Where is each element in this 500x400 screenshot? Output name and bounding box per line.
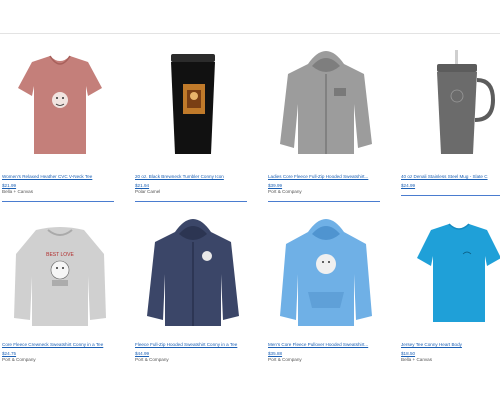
product-title-link[interactable]: Ladies Core Fleece Full-Zip Hooded Sweat… bbox=[268, 174, 384, 180]
product-title-link[interactable]: Jersey Tee Conny Heart Body bbox=[401, 342, 500, 348]
product-card[interactable]: Fleece Full-Zip Hooded Sweatshirt Conny … bbox=[135, 212, 251, 363]
product-price[interactable]: $24.99 bbox=[401, 183, 500, 189]
grey-crewneck-image[interactable]: BEST LOVE bbox=[2, 218, 118, 336]
product-title-link[interactable]: 40 oz Denali Stainless Steel Mug - Slate… bbox=[401, 174, 500, 180]
product-brand: Port & Company bbox=[2, 357, 36, 362]
product-divider bbox=[401, 195, 500, 196]
product-title-link[interactable]: Fleece Full-Zip Hooded Sweatshirt Conny … bbox=[135, 342, 251, 348]
product-brand: Bella + Canvas bbox=[401, 357, 433, 362]
product-brand: Port & Company bbox=[268, 357, 302, 362]
svg-text:BEST LOVE: BEST LOVE bbox=[46, 252, 74, 258]
product-title-link[interactable]: 20 oz. Black Brewneck Tumbler Conny Icon bbox=[135, 174, 251, 180]
steel-mug-image[interactable] bbox=[401, 50, 500, 168]
product-card[interactable]: BEST LOVE Core Fleece Crewneck Sweatshir… bbox=[2, 218, 118, 363]
product-divider bbox=[268, 201, 380, 202]
heather-vneck-tee-image[interactable] bbox=[2, 50, 118, 168]
blue-pullover-hoodie-image[interactable] bbox=[268, 212, 384, 336]
product-divider bbox=[2, 201, 114, 202]
product-card[interactable]: Jersey Tee Conny Heart Body $18.50 Bella… bbox=[401, 218, 500, 363]
black-tumbler-image[interactable] bbox=[135, 50, 251, 168]
product-card[interactable]: Women's Relaxed Heather CVC V-Neck Tee $… bbox=[2, 50, 118, 202]
product-card[interactable]: 40 oz Denali Stainless Steel Mug - Slate… bbox=[401, 50, 500, 196]
turquoise-tee-image[interactable] bbox=[401, 218, 500, 336]
grey-zip-hoodie-image[interactable] bbox=[268, 44, 384, 168]
product-title-link[interactable]: Women's Relaxed Heather CVC V-Neck Tee bbox=[2, 174, 118, 180]
product-divider bbox=[135, 201, 247, 202]
product-card[interactable]: 20 oz. Black Brewneck Tumbler Conny Icon… bbox=[135, 50, 251, 202]
product-card[interactable]: Ladies Core Fleece Full-Zip Hooded Sweat… bbox=[268, 44, 384, 202]
navy-zip-hoodie-image[interactable] bbox=[135, 212, 251, 336]
product-card[interactable]: Men's Core Fleece Pullover Hooded Sweats… bbox=[268, 212, 384, 363]
product-brand: Bella + Canvas bbox=[2, 189, 34, 194]
product-grid: Women's Relaxed Heather CVC V-Neck Tee $… bbox=[0, 0, 500, 400]
product-brand: Port & Company bbox=[135, 357, 169, 362]
product-title-link[interactable]: Core Fleece Crewneck Sweatshirt Conny in… bbox=[2, 342, 118, 348]
product-title-link[interactable]: Men's Core Fleece Pullover Hooded Sweats… bbox=[268, 342, 384, 348]
product-brand: Polar Camel bbox=[135, 189, 161, 194]
product-brand: Port & Company bbox=[268, 189, 302, 194]
